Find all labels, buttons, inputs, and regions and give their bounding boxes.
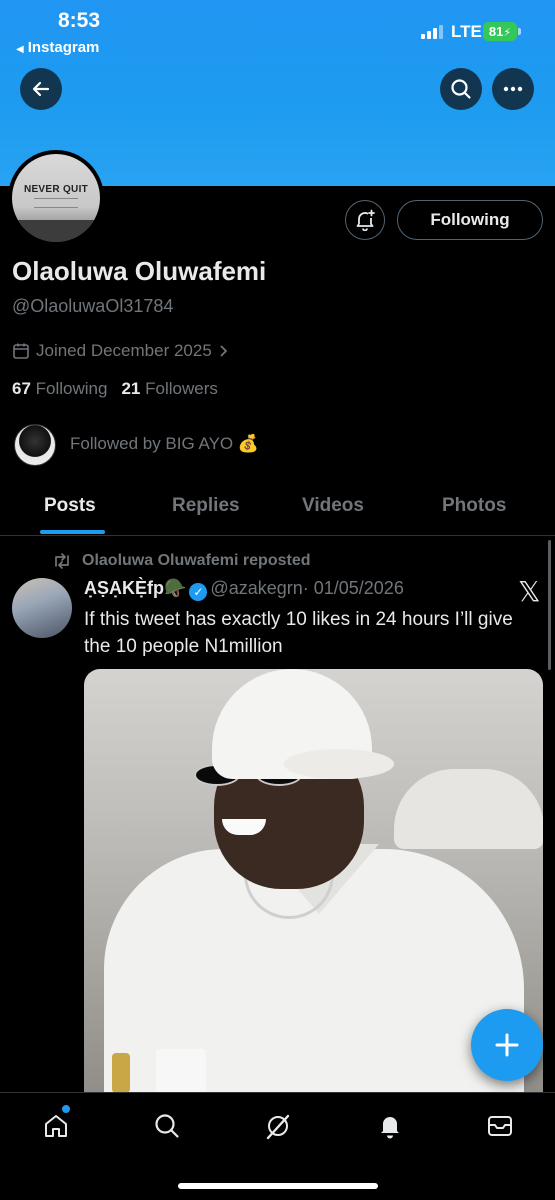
grok-icon (266, 1114, 290, 1140)
following-label: Following (35, 379, 108, 398)
post-header: ẠṢẠKẸ̀fp🪖 ✓ @azakegrn· 01/05/2026 (84, 578, 404, 601)
battery-level: 81 (488, 24, 504, 39)
arrow-left-icon (32, 81, 50, 97)
bottom-navigation (0, 1092, 555, 1200)
status-time: 8:53 (58, 9, 101, 32)
joined-date[interactable]: Joined December 2025 (12, 341, 230, 361)
tab-videos[interactable]: Videos (302, 495, 364, 517)
profile-name: Olaoluwa Oluwafemi (12, 256, 267, 286)
post-author-avatar[interactable] (12, 578, 72, 638)
profile-avatar[interactable]: NEVER QUIT (8, 150, 104, 246)
back-app-label: Instagram (27, 39, 100, 56)
followed-by-text[interactable]: Followed by BIG AYO 💰 (70, 434, 259, 454)
scrollbar[interactable] (548, 540, 551, 670)
x-logo-icon: 𝕏 (518, 576, 541, 607)
followers-count: 21 (121, 379, 141, 398)
search-icon (155, 1114, 179, 1138)
post-date: · 01/05/2026 (302, 578, 404, 598)
repost-icon (55, 553, 69, 569)
avatar-floor (12, 220, 100, 242)
back-button[interactable] (20, 68, 62, 110)
background-person-hat (394, 769, 543, 849)
avatar-subtext-lines (34, 198, 78, 208)
joined-label: Joined December 2025 (36, 341, 212, 360)
follower-avatar[interactable] (14, 424, 56, 466)
following-link[interactable]: 67 Following (12, 379, 107, 398)
cap-brim (284, 749, 394, 779)
compose-button[interactable] (471, 1009, 543, 1081)
search-button[interactable] (440, 68, 482, 110)
notifications-button[interactable] (345, 200, 385, 240)
profile-handle: @OlaoluwaOl31784 (12, 296, 174, 316)
nav-grok[interactable] (263, 1111, 293, 1141)
repost-header[interactable]: Olaoluwa Oluwafemi reposted (52, 552, 311, 570)
home-icon (45, 1115, 67, 1137)
signal-icon (421, 25, 443, 39)
chevron-right-icon (220, 345, 228, 357)
post-author-name[interactable]: ẠṢẠKẸ̀fp🪖 (84, 578, 186, 598)
active-tab-indicator (40, 530, 105, 534)
calendar-icon (13, 343, 29, 359)
post-author-handle[interactable]: @azakegrn (210, 578, 302, 598)
post-text[interactable]: If this tweet has exactly 10 likes in 24… (84, 606, 524, 660)
following-count: 67 (12, 379, 31, 398)
avatar-text: NEVER QUIT (23, 184, 89, 195)
bell-plus-icon (356, 209, 375, 231)
plus-icon (495, 1033, 519, 1057)
gold-watch (112, 1053, 130, 1093)
battery-tip (518, 28, 521, 35)
nav-home[interactable] (41, 1111, 71, 1141)
tab-replies[interactable]: Replies (172, 495, 240, 517)
nav-search[interactable] (152, 1111, 182, 1141)
search-icon (451, 79, 471, 99)
more-button[interactable] (492, 68, 534, 110)
tab-photos[interactable]: Photos (442, 495, 506, 517)
network-type: LTE (451, 22, 482, 41)
home-notification-dot (62, 1105, 70, 1113)
mail-icon (488, 1116, 512, 1136)
verified-badge-icon: ✓ (189, 583, 208, 601)
profile-tabs: Posts Replies Videos Photos (0, 480, 555, 536)
followers-link[interactable]: 21 Followers (121, 379, 217, 398)
nav-messages[interactable] (485, 1111, 515, 1141)
more-icon (503, 86, 523, 92)
nav-notifications[interactable] (375, 1111, 405, 1141)
back-to-app-link[interactable]: ◀ Instagram (16, 39, 99, 56)
repost-label: Olaoluwa Oluwafemi reposted (82, 552, 311, 569)
tab-posts[interactable]: Posts (44, 495, 96, 517)
followers-label: Followers (145, 379, 218, 398)
bell-icon (381, 1117, 399, 1139)
follow-counts: 67 Following 21 Followers (12, 379, 218, 399)
back-triangle-icon: ◀ (16, 44, 24, 55)
battery-icon: 81⚡ (483, 22, 517, 41)
home-indicator (178, 1183, 378, 1189)
following-button[interactable]: Following (397, 200, 543, 240)
